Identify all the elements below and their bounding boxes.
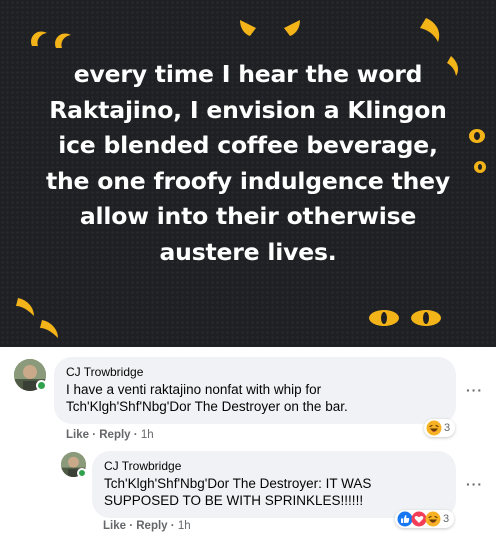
post-background-card: every time I hear the word Raktajino, I … <box>0 0 496 347</box>
reaction-count: 3 <box>443 513 450 525</box>
online-status-indicator <box>36 380 47 391</box>
more-options-button[interactable]: ··· <box>466 382 483 398</box>
reply-link[interactable]: Reply <box>136 520 167 532</box>
comment-author[interactable]: CJ Trowbridge <box>104 459 444 474</box>
comment-text: I have a venti raktajino nonfat with whi… <box>66 382 348 414</box>
reaction-summary[interactable]: 3 <box>424 419 456 437</box>
comment-actions: Like · Reply · 1h <box>103 520 191 532</box>
comment-actions: Like · Reply · 1h <box>66 429 154 441</box>
comment-bubble: CJ Trowbridge Tch'Klgh'Shf'Nbg'Dor The D… <box>92 451 456 518</box>
comment-timestamp[interactable]: 1h <box>178 520 191 532</box>
reaction-summary[interactable]: 3 <box>395 510 455 528</box>
like-link[interactable]: Like <box>103 520 126 532</box>
online-status-indicator <box>77 468 87 478</box>
like-link[interactable]: Like <box>66 429 89 441</box>
comment-bubble: CJ Trowbridge I have a venti raktajino n… <box>54 357 456 424</box>
reaction-count: 3 <box>444 422 451 434</box>
more-options-button[interactable]: ··· <box>466 476 483 492</box>
reply-link[interactable]: Reply <box>99 429 130 441</box>
comment-timestamp[interactable]: 1h <box>141 429 154 441</box>
comment-text: Tch'Klgh'Shf'Nbg'Dor The Destroyer: IT W… <box>104 476 372 508</box>
post-text: every time I hear the word Raktajino, I … <box>45 60 451 266</box>
haha-icon <box>426 420 442 436</box>
comment-author[interactable]: CJ Trowbridge <box>66 365 444 380</box>
haha-icon <box>425 511 441 527</box>
